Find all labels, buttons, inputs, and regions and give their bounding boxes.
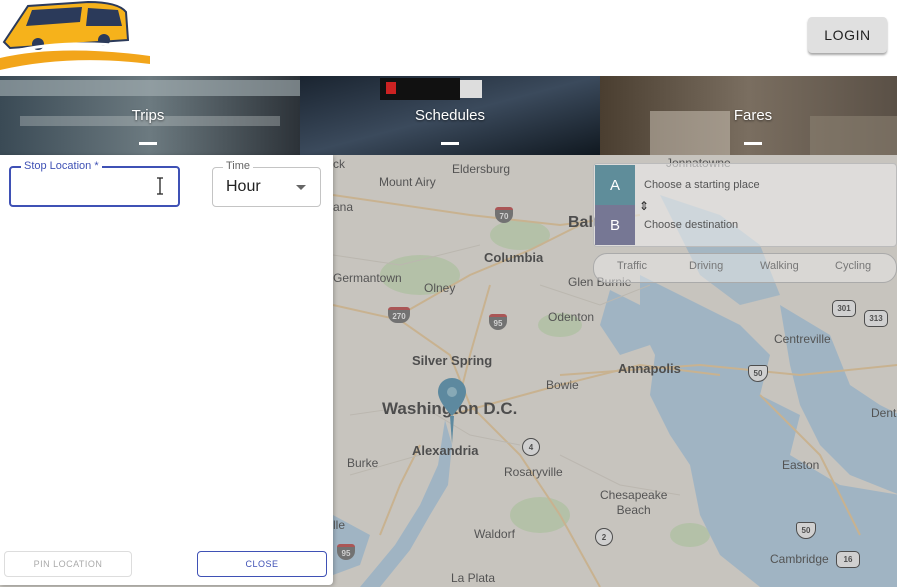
mode-cycling[interactable]: Cycling — [835, 260, 871, 272]
map-place: Olney — [424, 281, 456, 295]
state-route-shield: 2 — [595, 528, 613, 546]
swap-icon[interactable]: ⇕ — [639, 199, 649, 213]
tab-schedules[interactable]: Schedules — [405, 76, 495, 155]
tab-trips-label: Trips — [131, 107, 165, 124]
text-cursor-icon — [157, 177, 163, 195]
stop-location-label: Stop Location * — [21, 160, 102, 172]
map-place: Mount Airy — [379, 175, 436, 189]
chevron-down-icon — [296, 185, 306, 190]
map-place: La Plata — [451, 571, 496, 585]
tab-indicator — [441, 142, 459, 145]
map-pin-icon[interactable] — [437, 376, 467, 446]
tab-indicator — [744, 142, 762, 145]
map-place: Chesapeake Beach — [600, 488, 668, 517]
login-button[interactable]: LOGIN — [808, 17, 887, 53]
travel-mode-tabs: Traffic Driving Walking Cycling — [593, 253, 897, 283]
map-place: Eldersburg — [452, 162, 511, 176]
nav-banner: Trips Schedules Fares — [0, 76, 897, 155]
time-select[interactable]: Time Hour — [212, 160, 321, 207]
origin-marker: A — [595, 165, 635, 205]
map-place: ana — [333, 200, 354, 214]
state-route-shield: 4 — [522, 438, 540, 456]
time-value: Hour — [226, 178, 261, 195]
map-place: Columbia — [484, 250, 544, 265]
mode-driving[interactable]: Driving — [689, 260, 723, 272]
tab-trips[interactable]: Trips — [118, 76, 178, 155]
mode-walking[interactable]: Walking — [760, 260, 799, 272]
app-header: LOGIN — [0, 0, 897, 76]
map-place: Easton — [782, 458, 820, 472]
map-place: Waldorf — [474, 527, 515, 541]
stop-search-panel: Stop Location * Time Hour PIN LOCATION C… — [0, 155, 333, 585]
destination-marker: B — [595, 205, 635, 245]
map-place: Annapolis — [618, 361, 681, 376]
interstate-shield: 270 — [388, 307, 410, 323]
destination-input[interactable]: Choose destination — [644, 219, 738, 231]
tab-indicator — [139, 142, 157, 145]
tab-fares[interactable]: Fares — [723, 76, 783, 155]
state-route-shield: 301 — [832, 300, 856, 317]
map-place: Burke — [347, 456, 379, 470]
directions-widget: A B Choose a starting place ⇕ Choose des… — [593, 163, 897, 247]
map-place: Silver Spring — [412, 353, 493, 368]
tab-schedules-label: Schedules — [414, 107, 486, 124]
map-place: Bowie — [546, 378, 579, 392]
tab-fares-label: Fares — [733, 107, 773, 124]
state-route-shield: 16 — [836, 551, 860, 568]
map-place: Centreville — [774, 332, 831, 346]
mode-traffic[interactable]: Traffic — [617, 260, 647, 272]
map-place: lle — [333, 518, 346, 532]
close-button[interactable]: CLOSE — [197, 551, 327, 577]
stop-location-field[interactable]: Stop Location * — [9, 160, 180, 207]
map-place: Germantown — [333, 271, 402, 285]
map-place: Odenton — [548, 310, 595, 324]
stop-location-input[interactable] — [21, 178, 155, 196]
map-place: ck — [333, 157, 345, 171]
pin-location-button[interactable]: PIN LOCATION — [4, 551, 132, 577]
map-place: Rosaryville — [504, 465, 563, 479]
bus-logo[interactable] — [0, 0, 150, 74]
time-label: Time — [223, 160, 254, 172]
map-place: Cambridge — [770, 552, 829, 566]
map-place: Dent — [871, 406, 897, 420]
origin-input[interactable]: Choose a starting place — [644, 179, 760, 191]
state-route-shield: 313 — [864, 310, 888, 327]
